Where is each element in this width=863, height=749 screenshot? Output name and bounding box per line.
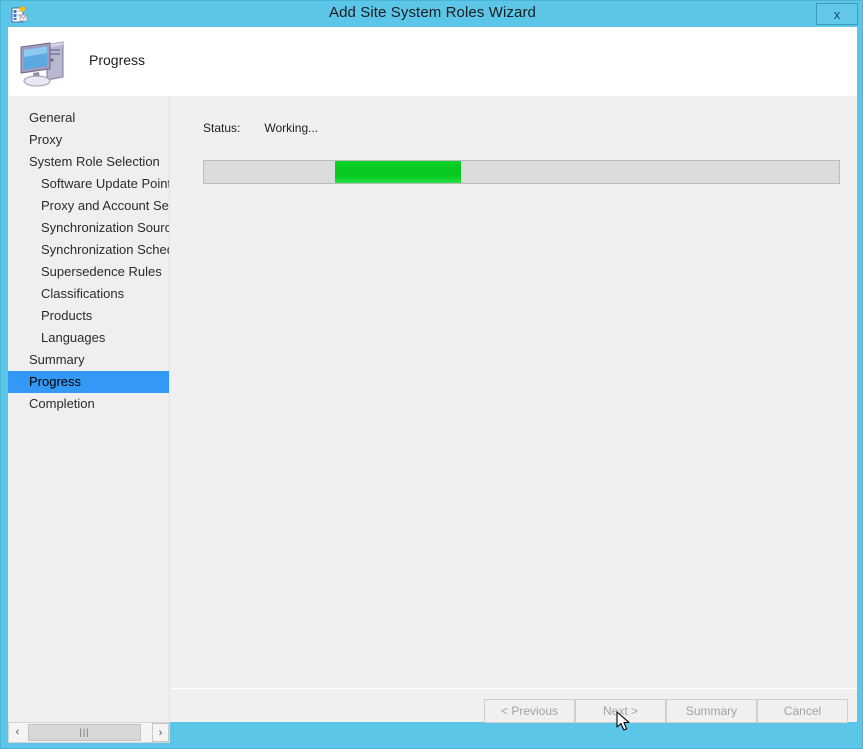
sidebar-item-proxy[interactable]: Proxy <box>8 129 169 151</box>
wizard-step-sidebar: General Proxy System Role Selection Soft… <box>8 96 170 722</box>
sidebar-item-completion[interactable]: Completion <box>8 393 169 415</box>
cancel-button[interactable]: Cancel <box>757 699 848 723</box>
sidebar-item-synchronization-source[interactable]: Synchronization Source <box>8 217 169 239</box>
previous-button[interactable]: < Previous <box>484 699 575 723</box>
sidebar-item-general[interactable]: General <box>8 107 169 129</box>
sidebar-item-languages[interactable]: Languages <box>8 327 169 349</box>
sidebar-item-supersedence-rules[interactable]: Supersedence Rules <box>8 261 169 283</box>
sidebar-item-summary[interactable]: Summary <box>8 349 169 371</box>
computer-icon <box>17 35 73 89</box>
content-panel: Status: Working... <box>171 96 857 722</box>
status-row: Status: Working... <box>203 121 318 135</box>
sidebar-item-progress[interactable]: Progress <box>8 371 169 393</box>
sidebar-item-software-update-point[interactable]: Software Update Point <box>8 173 169 195</box>
horizontal-scrollbar[interactable]: ‹ ||| › <box>8 722 170 743</box>
close-button[interactable]: x <box>816 3 858 25</box>
progress-bar-fill <box>335 161 462 183</box>
sidebar-item-products[interactable]: Products <box>8 305 169 327</box>
progress-bar <box>203 160 840 184</box>
summary-button[interactable]: Summary <box>666 699 757 723</box>
scrollbar-thumb[interactable]: ||| <box>28 724 141 741</box>
status-label: Status: <box>203 121 241 135</box>
wizard-header: Progress <box>8 27 857 96</box>
title-bar: Add Site System Roles Wizard x <box>1 1 862 27</box>
next-button[interactable]: Next > <box>575 699 666 723</box>
window-title: Add Site System Roles Wizard <box>328 4 537 21</box>
sidebar-item-synchronization-schedule[interactable]: Synchronization Schedule <box>8 239 169 261</box>
status-value: Working... <box>264 121 319 135</box>
sidebar-item-system-role-selection[interactable]: System Role Selection <box>8 151 169 173</box>
sidebar-item-classifications[interactable]: Classifications <box>8 283 169 305</box>
wizard-body: General Proxy System Role Selection Soft… <box>8 96 857 723</box>
sidebar-item-proxy-and-account-settings[interactable]: Proxy and Account Settings <box>8 195 169 217</box>
page-title: Progress <box>89 52 146 68</box>
scroll-left-arrow-icon[interactable]: ‹ <box>9 723 26 742</box>
scroll-right-arrow-icon[interactable]: › <box>152 723 169 742</box>
wizard-window: Add Site System Roles Wizard x Progress <box>0 0 863 749</box>
wizard-footer: < Previous Next > Summary Cancel <box>171 688 857 748</box>
step-list: General Proxy System Role Selection Soft… <box>8 107 169 415</box>
